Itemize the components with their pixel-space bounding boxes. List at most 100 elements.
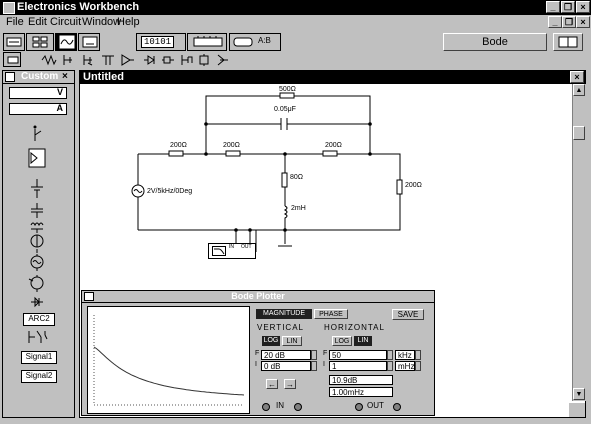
diode-icon — [31, 296, 43, 308]
components-icon — [32, 36, 48, 48]
menu-help[interactable]: Help — [117, 16, 140, 28]
bode-block-out-label: OUT — [241, 244, 252, 250]
palette-component-icons[interactable] — [9, 119, 67, 309]
meter-icon — [82, 36, 98, 48]
scroll-down-button[interactable]: ▼ — [573, 388, 585, 400]
mdi-restore-button[interactable]: ❐ — [562, 16, 576, 28]
circuit-window-close-button[interactable]: × — [570, 71, 584, 83]
in-terminal-minus-icon[interactable] — [262, 403, 270, 411]
vertical-scrollbar[interactable]: ▲ ▼ — [572, 84, 586, 401]
horizontal-initial-unit[interactable]: mHz — [395, 361, 415, 371]
bode-magnitude-plot — [93, 315, 245, 406]
voltmeter-mark: V — [56, 87, 63, 97]
ic-bin-button[interactable] — [187, 33, 227, 51]
help-book-icon — [558, 36, 578, 48]
readout-db: 10.9dB — [329, 375, 393, 385]
toolbar-row-1: 10101 A:B Bode — [0, 31, 591, 52]
counter-bin-button[interactable]: 10101 — [136, 33, 186, 51]
menu-file[interactable]: File — [6, 16, 24, 28]
out-label: OUT — [367, 401, 384, 410]
horizontal-initial-field[interactable]: 1 — [329, 361, 387, 371]
label-r-left: 200Ω — [170, 142, 187, 149]
in-terminal-plus-icon[interactable] — [294, 403, 302, 411]
bode-plotter-block[interactable]: IN OUT — [208, 243, 256, 259]
instrument-panel-label: Bode — [482, 36, 508, 48]
new-circuit-button[interactable] — [3, 33, 25, 51]
menu-edit[interactable]: Edit — [28, 16, 47, 28]
inductor-icon — [30, 222, 44, 230]
maximize-button[interactable]: ❐ — [561, 1, 575, 13]
readout-frequency: 1.00mHz — [329, 387, 393, 397]
scroll-up-button[interactable]: ▲ — [573, 84, 585, 96]
sources-bin-button[interactable] — [26, 33, 54, 51]
label-r-right: 200Ω — [325, 142, 342, 149]
component-bin-icons[interactable] — [40, 53, 240, 67]
horizontal-final-spinner[interactable] — [387, 350, 393, 360]
counter-label: 10101 — [141, 36, 175, 48]
instruments-bin-button[interactable] — [55, 33, 77, 51]
cursor-left-button[interactable]: ← — [266, 379, 278, 389]
palette-item-signal2[interactable]: Signal2 — [21, 370, 57, 383]
circuit-window-title-bar: Untitled × — [80, 71, 585, 84]
horizontal-final-unit-spinner[interactable] — [415, 350, 421, 360]
palette-item-signal1[interactable]: Signal1 — [21, 351, 57, 364]
vertical-final-spinner[interactable] — [311, 350, 317, 360]
phase-button[interactable]: PHASE — [314, 309, 348, 319]
vertical-lin-button[interactable]: LIN — [282, 336, 302, 346]
palette-slot-voltmeter[interactable]: V — [9, 87, 67, 99]
minimize-button[interactable]: _ — [546, 1, 560, 13]
ammeter-mark: A — [56, 103, 64, 113]
horizontal-initial-unit-spinner[interactable] — [415, 361, 421, 371]
toolbar-row-2 — [0, 52, 591, 69]
current-source-icon — [30, 229, 44, 253]
cursor-right-button[interactable]: → — [284, 379, 296, 389]
horizontal-log-button[interactable]: LOG — [332, 336, 352, 346]
label-r-load: 200Ω — [405, 182, 422, 189]
bode-block-graph-icon — [212, 246, 226, 256]
palette-close-icon[interactable]: × — [62, 71, 68, 82]
palette-title-bar: Custom × — [3, 71, 74, 84]
logic-bin-button[interactable]: A:B — [229, 33, 281, 51]
vertical-initial-spinner[interactable] — [311, 361, 317, 371]
palette-slot-ammeter[interactable]: A — [9, 103, 67, 115]
vertical-final-prefix: F — [255, 350, 260, 357]
horizontal-final-unit[interactable]: kHz — [395, 350, 415, 360]
palette-item-arc[interactable]: ARC2 — [23, 313, 55, 326]
label-source: 2V/5kHz/0Deg — [147, 188, 193, 195]
mdi-window-controls: _ ❐ × — [548, 15, 590, 29]
instrument-panel-button[interactable]: Bode — [443, 33, 547, 51]
bode-plot-display[interactable] — [87, 306, 250, 414]
label-r-mid: 200Ω — [223, 142, 240, 149]
relay-icon[interactable] — [25, 329, 53, 345]
horizontal-label: HORIZONTAL — [324, 323, 385, 332]
palette-menu-icon[interactable] — [5, 72, 15, 82]
scroll-thumb[interactable] — [573, 126, 585, 140]
logic-gate-icon — [233, 37, 253, 47]
help-button[interactable] — [553, 33, 583, 51]
horizontal-initial-spinner[interactable] — [387, 361, 393, 371]
horizontal-final-field[interactable]: 50 — [329, 350, 387, 360]
app-title: Electronics Workbench — [17, 1, 140, 13]
menu-circuit[interactable]: Circuit — [50, 16, 81, 28]
bode-title: Bode Plotter — [231, 291, 285, 301]
save-button[interactable]: SAVE — [392, 309, 424, 320]
out-terminal-minus-icon[interactable] — [355, 403, 363, 411]
favorites-bin-button[interactable] — [3, 52, 21, 67]
vertical-log-button[interactable]: LOG — [262, 336, 280, 346]
vertical-initial-field[interactable]: 0 dB — [261, 361, 311, 371]
meters-bin-button[interactable] — [78, 33, 100, 51]
vertical-label: VERTICAL — [257, 323, 304, 332]
bode-curve — [93, 346, 245, 396]
horizontal-final-prefix: F — [323, 350, 328, 357]
menu-window[interactable]: Window — [82, 16, 121, 28]
vertical-final-field[interactable]: 20 dB — [261, 350, 311, 360]
mdi-minimize-button[interactable]: _ — [548, 16, 562, 28]
bode-controls: MAGNITUDE PHASE SAVE VERTICAL HORIZONTAL… — [254, 306, 430, 414]
magnitude-button[interactable]: MAGNITUDE — [256, 309, 312, 319]
out-terminal-plus-icon[interactable] — [393, 403, 401, 411]
in-label: IN — [276, 401, 284, 410]
resize-grip[interactable] — [569, 403, 585, 417]
mdi-close-button[interactable]: × — [576, 16, 590, 28]
horizontal-lin-button[interactable]: LIN — [354, 336, 372, 346]
close-button[interactable]: × — [576, 1, 590, 13]
